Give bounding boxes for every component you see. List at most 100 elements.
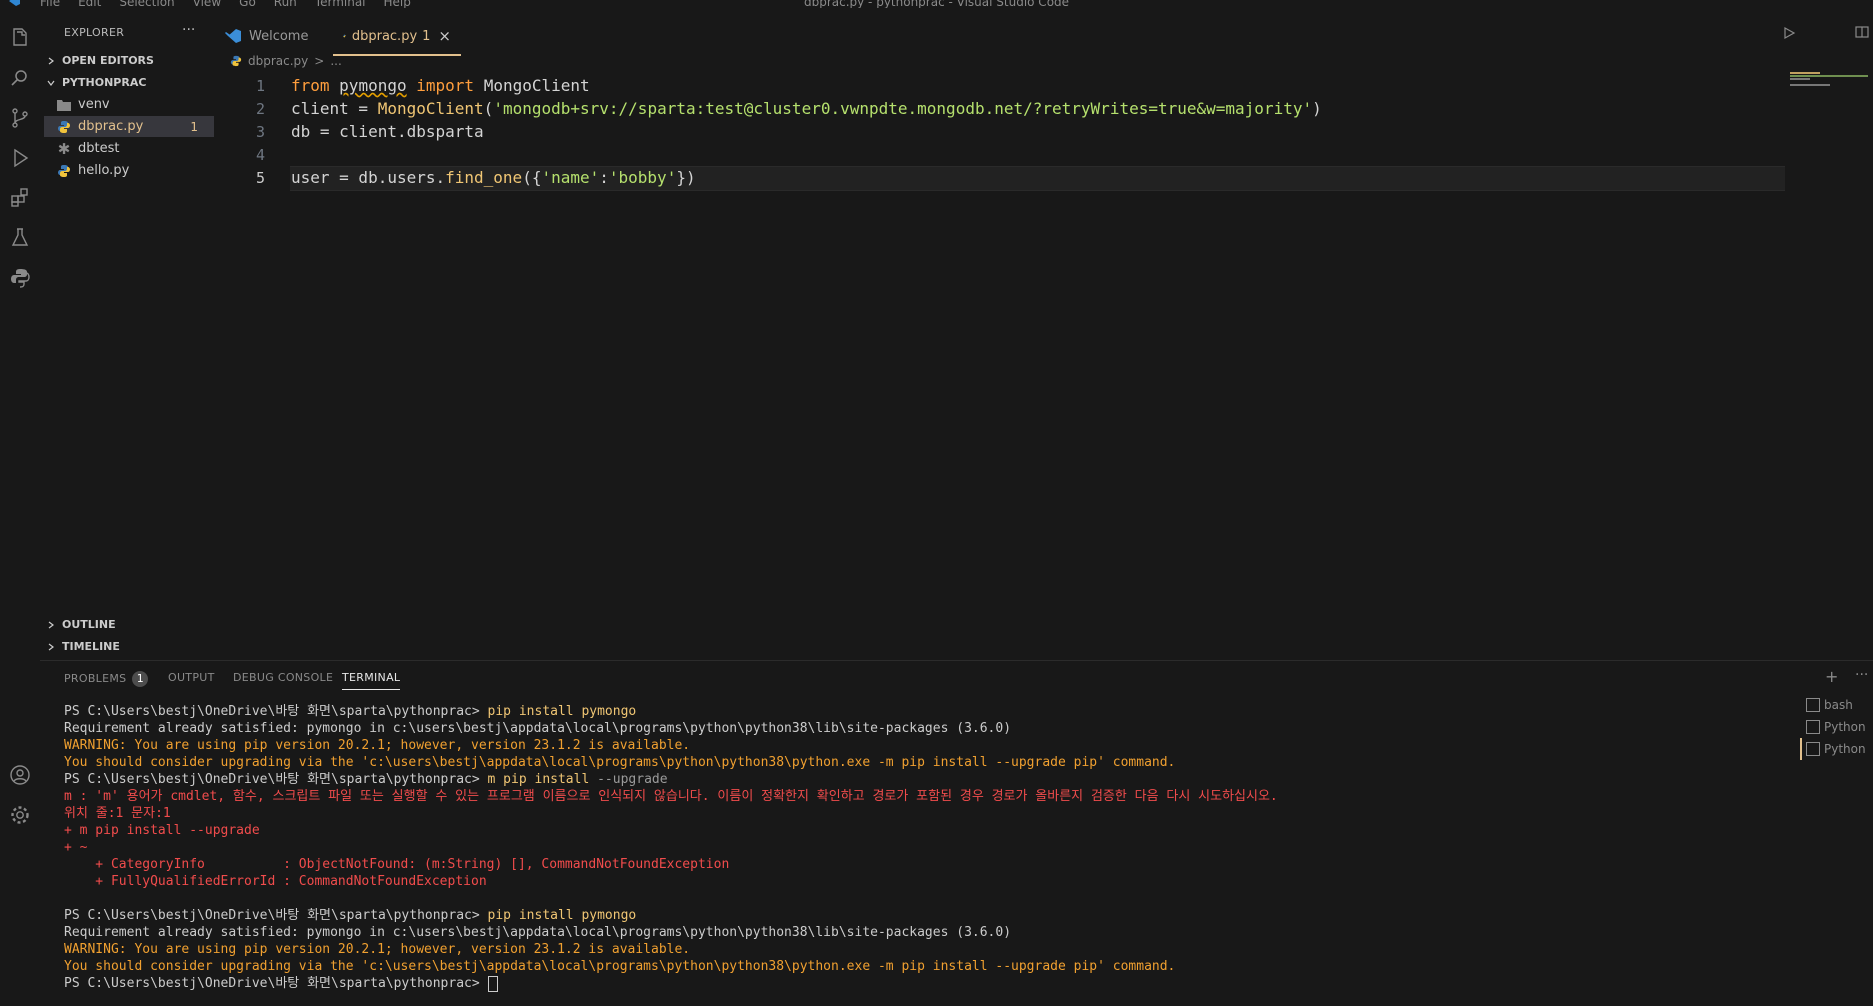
tree-item-hello[interactable]: hello.py xyxy=(44,160,214,181)
tab-label: Welcome xyxy=(249,28,309,44)
tab-output[interactable]: OUTPUT xyxy=(168,671,215,684)
project-label: PYTHONPRAC xyxy=(62,76,147,89)
explorer-title: EXPLORER xyxy=(64,26,125,39)
tab-label: PROBLEMS xyxy=(64,672,127,685)
settings-gear-icon[interactable] xyxy=(8,803,32,827)
window-title: dbprac.py - pythonprac - Visual Studio C… xyxy=(803,0,1070,8)
tab-problem-badge: 1 xyxy=(422,28,431,44)
split-editor-icon[interactable] xyxy=(1855,25,1869,42)
terminal-line: + ~ xyxy=(64,840,88,855)
line-number: 4 xyxy=(255,145,265,164)
command-param: --upgrade xyxy=(597,772,668,787)
asterisk-file-icon: ✱ xyxy=(57,139,71,158)
extensions-icon[interactable] xyxy=(8,186,32,210)
terminal-line: + m pip install --upgrade xyxy=(64,823,260,838)
line-content: db = client.dbsparta xyxy=(291,122,484,141)
line-number: 2 xyxy=(255,99,265,118)
code-line: 5 user = db.users.find_one({'name':'bobb… xyxy=(215,166,1785,189)
code-text: : xyxy=(599,168,609,187)
problems-count-badge: 1 xyxy=(132,671,149,687)
terminal-line: WARNING: You are using pip version 20.2.… xyxy=(64,738,691,753)
project-section[interactable]: PYTHONPRAC xyxy=(46,76,146,89)
tab-welcome[interactable]: Welcome xyxy=(215,18,318,54)
explorer-icon[interactable] xyxy=(8,26,32,50)
breadcrumb-more[interactable]: ... xyxy=(330,54,341,68)
editor-tabs: Welcome dbprac.py 1 × xyxy=(215,18,1873,56)
minimap[interactable] xyxy=(1790,72,1870,92)
vscode-logo-icon xyxy=(225,29,241,43)
tab-dbprac[interactable]: dbprac.py 1 × xyxy=(333,18,461,56)
code-text: ( xyxy=(483,99,494,118)
terminal-name: bash xyxy=(1824,698,1853,712)
prompt: PS C:\Users\bestj\OneDrive\바탕 화면\sparta\… xyxy=(64,908,488,923)
line-content: client = MongoClient('mongodb+srv://spar… xyxy=(291,99,1322,118)
code-line: 3 db = client.dbsparta xyxy=(215,120,1785,143)
new-terminal-icon[interactable]: + xyxy=(1825,667,1838,686)
run-debug-icon[interactable] xyxy=(8,146,32,170)
tab-label: dbprac.py xyxy=(351,28,418,44)
terminal-line: PS C:\Users\bestj\OneDrive\바탕 화면\sparta\… xyxy=(64,975,1804,992)
keyword: import xyxy=(416,76,475,95)
terminal-line: + CategoryInfo : ObjectNotFound: (m:Stri… xyxy=(64,857,730,872)
open-editors-label: OPEN EDITORS xyxy=(62,54,154,67)
command: m pip install xyxy=(487,772,598,787)
title-bar: File Edit Selection View Go Run Terminal… xyxy=(0,0,1873,8)
string-literal: 'mongodb+srv://sparta:test@cluster0.vwnp… xyxy=(493,99,1313,118)
chevron-right-icon xyxy=(48,621,54,628)
tree-item-label: hello.py xyxy=(78,163,130,178)
tree-item-dbprac[interactable]: dbprac.py 1 xyxy=(44,116,214,137)
code-line: 2 client = MongoClient('mongodb+srv://sp… xyxy=(215,97,1785,120)
terminal-line: m : 'm' 용어가 cmdlet, 함수, 스크립트 파일 또는 실행할 수… xyxy=(64,789,1278,804)
code-editor[interactable]: 1 from pymongo import MongoClient 2 clie… xyxy=(215,74,1785,644)
code-line: 4 xyxy=(215,143,1785,166)
more-actions-icon[interactable]: ··· xyxy=(182,22,195,38)
line-number: 5 xyxy=(255,168,265,187)
function-name: find_one xyxy=(445,168,523,187)
python-icon[interactable] xyxy=(8,266,32,290)
line-content: user = db.users.find_one({'name':'bobby'… xyxy=(291,168,696,187)
tab-debug-console[interactable]: DEBUG CONSOLE xyxy=(233,671,333,684)
terminal-line: You should consider upgrading via the 'c… xyxy=(64,755,1176,770)
account-icon[interactable] xyxy=(8,763,32,787)
terminal-item-python-active[interactable]: Python xyxy=(1800,738,1873,760)
line-number: 3 xyxy=(255,122,265,141)
close-icon[interactable]: × xyxy=(438,27,451,45)
source-control-icon[interactable] xyxy=(8,106,32,130)
prompt: PS C:\Users\bestj\OneDrive\바탕 화면\sparta\… xyxy=(64,976,488,991)
terminal-line: WARNING: You are using pip version 20.2.… xyxy=(64,942,691,957)
chevron-right-icon xyxy=(48,57,54,64)
outline-section[interactable]: OUTLINE xyxy=(46,618,116,631)
timeline-section[interactable]: TIMELINE xyxy=(46,640,120,653)
prompt: PS C:\Users\bestj\OneDrive\바탕 화면\sparta\… xyxy=(64,772,488,787)
timeline-label: TIMELINE xyxy=(62,640,120,653)
chevron-right-icon xyxy=(48,643,54,650)
tab-terminal[interactable]: TERMINAL xyxy=(342,671,401,690)
python-file-icon xyxy=(230,55,242,67)
tree-item-dbtest[interactable]: ✱ dbtest xyxy=(44,138,214,159)
tree-item-label: dbprac.py xyxy=(78,119,144,134)
code-text: ({ xyxy=(522,168,542,187)
search-icon[interactable] xyxy=(8,66,32,90)
chevron-down-icon xyxy=(47,80,55,86)
code-text: client = xyxy=(291,99,378,118)
open-editors-section[interactable]: OPEN EDITORS xyxy=(46,54,154,67)
breadcrumb-file[interactable]: dbprac.py xyxy=(248,54,308,68)
terminal-item-bash[interactable]: bash xyxy=(1800,694,1873,716)
explorer-sidebar: EXPLORER ··· OPEN EDITORS PYTHONPRAC ven… xyxy=(40,8,215,658)
python-file-icon xyxy=(56,163,72,179)
problem-count-badge: 1 xyxy=(190,119,198,134)
terminal-list: bash Python Python xyxy=(1800,694,1873,760)
module-name: pymongo xyxy=(339,76,407,95)
testing-icon[interactable] xyxy=(8,226,32,250)
breadcrumb: dbprac.py > ... xyxy=(230,54,342,68)
tree-item-venv[interactable]: venv xyxy=(44,94,214,115)
outline-label: OUTLINE xyxy=(62,618,116,631)
breadcrumb-separator: > xyxy=(314,54,325,68)
activity-bar xyxy=(0,8,40,998)
terminal-output[interactable]: PS C:\Users\bestj\OneDrive\바탕 화면\sparta\… xyxy=(64,703,1804,992)
terminal-icon xyxy=(1806,720,1820,734)
terminal-item-python[interactable]: Python xyxy=(1800,716,1873,738)
tab-problems[interactable]: PROBLEMS 1 xyxy=(64,671,149,687)
more-actions-icon[interactable]: ··· xyxy=(1855,667,1868,683)
run-python-file-icon[interactable] xyxy=(1782,26,1796,43)
